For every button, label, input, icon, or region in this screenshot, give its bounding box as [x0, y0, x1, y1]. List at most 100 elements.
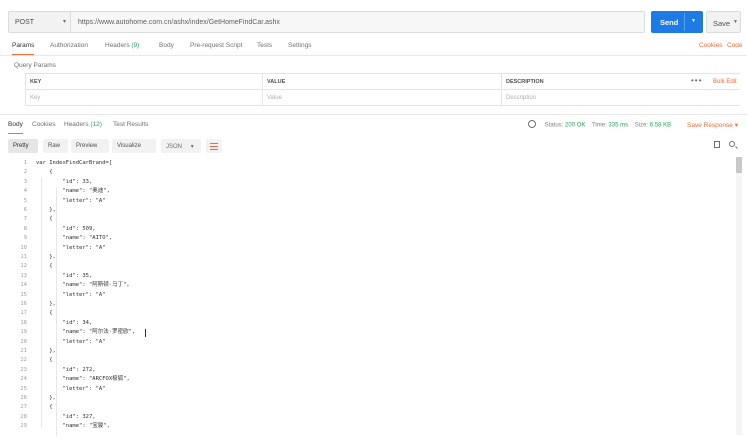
save-response-button[interactable]: Save Response ▾: [687, 121, 738, 129]
code-line: 7 {: [8, 215, 733, 224]
view-raw[interactable]: Raw: [43, 139, 68, 153]
tab-pre-request-script[interactable]: Pre-request Script: [190, 42, 242, 54]
scrollbar-track[interactable]: [736, 157, 742, 435]
code-line: 19 "name": "阿尔法·罗密欧",: [8, 328, 733, 337]
bulk-edit-link[interactable]: Bulk Edit: [713, 79, 737, 85]
table-row: Key Value Description: [25, 90, 740, 106]
code-line: 26 },: [8, 394, 733, 403]
tab-test-results[interactable]: Test Results: [113, 121, 148, 133]
code-line: 8 "id": 509,: [8, 225, 733, 234]
view-pretty[interactable]: Pretty: [8, 139, 38, 153]
code-text: "name": "ARCFOX极狐",: [36, 376, 130, 383]
line-number: 7: [23, 216, 27, 223]
code-text: "id": 509,: [36, 225, 96, 232]
code-text: {: [36, 263, 53, 270]
query-params-label: Query Params: [14, 62, 56, 69]
code-text: "name": "奥迪",: [36, 188, 110, 195]
size-value: 6.58 KB: [649, 122, 672, 129]
code-line: 3 "id": 33,: [8, 178, 733, 187]
method-select[interactable]: POST ▾: [8, 11, 70, 33]
tab-response-body[interactable]: Body: [8, 121, 23, 134]
view-preview[interactable]: Preview: [71, 139, 109, 153]
code-line: 20 "letter": "A": [8, 338, 733, 347]
send-divider: [684, 13, 685, 31]
tab-settings[interactable]: Settings: [288, 42, 312, 54]
line-number: 15: [20, 291, 27, 298]
description-input[interactable]: Description: [501, 90, 689, 106]
line-number: 16: [20, 301, 27, 307]
code-line: 1 var IndexFindCarBrand=[: [8, 159, 733, 168]
key-input[interactable]: Key: [25, 90, 262, 106]
line-number: 17: [20, 310, 27, 317]
code-line: 10 "letter": "A": [8, 244, 733, 253]
send-label: Send: [660, 18, 679, 27]
chevron-down-icon[interactable]: ▼: [691, 18, 696, 24]
chevron-down-icon: ▾: [734, 122, 738, 129]
code-line: 27 {: [8, 403, 733, 412]
code-text: {: [36, 310, 53, 317]
more-options-icon[interactable]: •••: [691, 76, 702, 85]
chevron-down-icon: ▾: [62, 19, 66, 25]
code-text: },: [36, 301, 56, 307]
code-text: },: [36, 207, 56, 213]
code-text: "name": "宝骏",: [36, 423, 110, 430]
format-select[interactable]: JSON ▾: [161, 139, 201, 153]
cookies-link[interactable]: Cookies: [699, 42, 722, 49]
tab-body[interactable]: Body: [159, 42, 174, 54]
scrollbar-thumb[interactable]: [736, 157, 742, 173]
globe-icon[interactable]: [528, 120, 536, 128]
line-number: 20: [20, 338, 27, 345]
code-line: 22 {: [8, 356, 733, 365]
indent-guide: [56, 187, 57, 436]
code-text: {: [36, 169, 53, 176]
response-code-editor[interactable]: 1 var IndexFindCarBrand=[2 {3 "id": 33, 4 …: [8, 156, 733, 436]
code-text: },: [36, 395, 56, 401]
code-text: "letter": "A": [36, 291, 106, 298]
url-input[interactable]: https://www.autohome.com.cn/ashx/index/G…: [70, 11, 645, 33]
line-number: 22: [20, 357, 27, 364]
view-visualize[interactable]: Visualize: [112, 139, 156, 153]
chevron-down-icon: ▾: [190, 144, 194, 150]
line-number: 3: [23, 178, 27, 185]
code-line: 6 },: [8, 206, 733, 215]
value-input[interactable]: Value: [262, 90, 501, 106]
description-header: DESCRIPTION: [501, 74, 681, 90]
line-number: 1: [23, 160, 27, 166]
tab-tests[interactable]: Tests: [257, 42, 272, 54]
line-number: 4: [23, 188, 27, 195]
time-value: 335 ms: [608, 122, 629, 129]
search-icon[interactable]: [729, 141, 735, 147]
line-number: 25: [20, 385, 27, 392]
line-number: 29: [20, 423, 27, 430]
divider: [0, 55, 747, 56]
save-label: Save: [713, 19, 731, 28]
time-label: Time:: [591, 122, 607, 129]
line-number: 10: [20, 244, 27, 251]
line-number: 28: [20, 413, 27, 420]
wrap-lines-icon[interactable]: [206, 139, 222, 153]
divider: [0, 114, 747, 115]
size-label: Size:: [634, 122, 649, 129]
code-line: 25 "letter": "A": [8, 385, 733, 394]
tab-response-cookies[interactable]: Cookies: [32, 121, 55, 133]
code-text: "id": 35,: [36, 272, 93, 279]
line-number: 9: [23, 235, 27, 242]
code-text: "id": 272,: [36, 366, 96, 373]
copy-icon[interactable]: [714, 141, 720, 148]
line-number: 11: [20, 254, 27, 260]
code-text: "letter": "A": [36, 244, 106, 251]
code-line: 14 "name": "阿斯顿·马丁",: [8, 281, 733, 290]
tab-params[interactable]: Params: [12, 42, 35, 55]
code-link[interactable]: Code: [727, 42, 743, 49]
chevron-down-icon[interactable]: ▼: [733, 19, 738, 25]
line-number: 23: [20, 366, 27, 373]
code-text: "letter": "A": [36, 197, 106, 204]
tab-response-headers[interactable]: Headers (12): [64, 121, 102, 133]
save-button[interactable]: Save ▼: [706, 11, 741, 33]
tab-headers[interactable]: Headers (9): [105, 42, 139, 54]
tab-authorization[interactable]: Authorization: [50, 42, 88, 54]
code-line: 9 "name": "AITO",: [8, 234, 733, 243]
line-number: 8: [23, 225, 27, 232]
send-button[interactable]: Send ▼: [651, 11, 703, 33]
code-line: 17 {: [8, 309, 733, 318]
